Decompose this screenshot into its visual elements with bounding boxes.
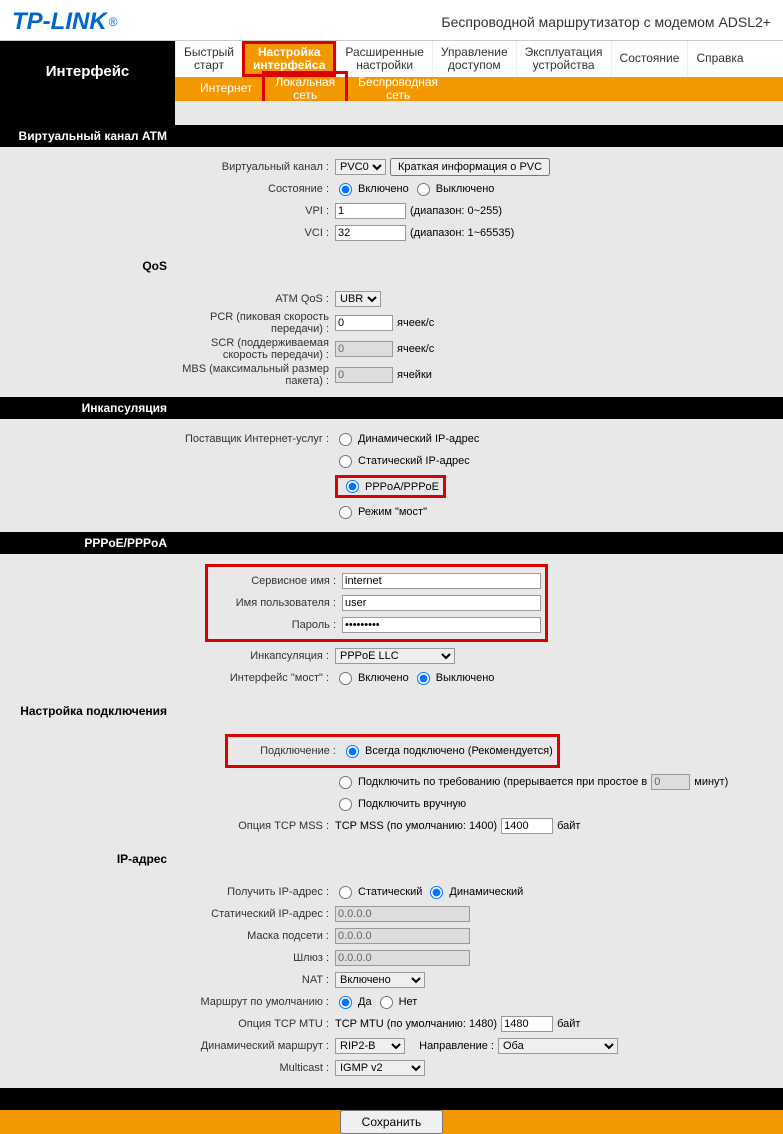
state-label: Состояние :: [175, 183, 335, 195]
mask-input: [335, 928, 470, 944]
scr-input: [335, 341, 393, 357]
nav-quickstart[interactable]: Быстрый старт: [175, 41, 242, 77]
nav-sub-wireless[interactable]: Беспроводная сеть: [348, 74, 448, 104]
idle-input: [651, 774, 690, 790]
vci-label: VCI :: [175, 227, 335, 239]
mbs-input: [335, 367, 393, 383]
gw-input: [335, 950, 470, 966]
defroute-label: Маршрут по умолчанию :: [175, 996, 335, 1008]
bridge-off-radio[interactable]: [417, 672, 430, 685]
rip-select[interactable]: RIP2-B: [335, 1038, 405, 1054]
nav: Интерфейс Быстрый старт Настройка интерф…: [0, 41, 783, 101]
vpi-label: VPI :: [175, 205, 335, 217]
vc-select[interactable]: PVC0: [335, 159, 386, 175]
header: TP-LINK® Беспроводной маршрутизатор с мо…: [0, 0, 783, 41]
user-label: Имя пользователя :: [212, 597, 342, 609]
conn-label: Подключение :: [232, 745, 342, 757]
dir-label: Направление :: [419, 1040, 494, 1052]
user-input[interactable]: [342, 595, 541, 611]
svc-label: Сервисное имя :: [212, 575, 342, 587]
mtu-input[interactable]: [501, 1016, 553, 1032]
bridge-on-radio[interactable]: [339, 672, 352, 685]
ppp-encap-label: Инкапсуляция :: [175, 650, 335, 662]
atmqos-label: ATM QoS :: [175, 293, 335, 305]
nav-sub: Интернет Локальная сеть Беспроводная сет…: [175, 77, 783, 101]
section-atm: Виртуальный канал ATM: [0, 125, 175, 147]
logo-text: TP-LINK: [12, 8, 107, 36]
state-off-radio[interactable]: [417, 183, 430, 196]
mss-label: Опция TCP MSS :: [175, 820, 335, 832]
section-pppoe: PPPoE/PPPoA: [0, 532, 175, 554]
nav-advanced[interactable]: Расширенные настройки: [336, 41, 432, 77]
section-qos: QoS: [0, 253, 175, 279]
section-encap: Инкапсуляция: [0, 397, 175, 419]
footer: Сохранить: [0, 1110, 783, 1134]
conn-always-radio[interactable]: [346, 745, 359, 758]
conn-manual-radio[interactable]: [339, 798, 352, 811]
nav-sub-internet[interactable]: Интернет: [190, 80, 262, 97]
ppp-encap-select[interactable]: PPPoE LLC: [335, 648, 455, 664]
pass-input[interactable]: [342, 617, 541, 633]
staticip-input: [335, 906, 470, 922]
mbs-label: MBS (максимальный размер пакета) :: [175, 363, 335, 387]
isp-bridge-radio[interactable]: [339, 506, 352, 519]
conn-ondemand-radio[interactable]: [339, 776, 352, 789]
nat-select[interactable]: Включено: [335, 972, 425, 988]
defroute-yes-radio[interactable]: [339, 996, 352, 1009]
nav-access[interactable]: Управление доступом: [432, 41, 516, 77]
mtu-label: Опция TCP MTU :: [175, 1018, 335, 1030]
vpi-hint: (диапазон: 0~255): [410, 205, 502, 217]
pcr-input[interactable]: [335, 315, 393, 331]
state-on-radio[interactable]: [339, 183, 352, 196]
svc-input[interactable]: [342, 573, 541, 589]
staticip-label: Статический IP-адрес :: [175, 908, 335, 920]
pcr-label: PCR (пиковая скорость передачи) :: [175, 311, 335, 335]
nav-maintenance[interactable]: Эксплуатация устройства: [516, 41, 611, 77]
getip-label: Получить IP-адрес :: [175, 886, 335, 898]
isp-ppp-radio[interactable]: [346, 480, 359, 493]
mask-label: Маска подсети :: [175, 930, 335, 942]
vpi-input[interactable]: [335, 203, 406, 219]
vci-input[interactable]: [335, 225, 406, 241]
nat-label: NAT :: [175, 974, 335, 986]
vc-label: Виртуальный канал :: [175, 161, 335, 173]
nav-help[interactable]: Справка: [687, 41, 751, 77]
mcast-select[interactable]: IGMP v2: [335, 1060, 425, 1076]
atmqos-select[interactable]: UBR: [335, 291, 381, 307]
section-ip: IP-адрес: [0, 846, 175, 872]
ip-static-radio[interactable]: [339, 886, 352, 899]
nav-status[interactable]: Состояние: [611, 41, 688, 77]
scr-label: SCR (поддерживаемая скорость передачи) :: [175, 337, 335, 361]
save-button[interactable]: Сохранить: [340, 1110, 444, 1134]
rip-label: Динамический маршрут :: [175, 1040, 335, 1052]
mcast-label: Multicast :: [175, 1062, 335, 1074]
dir-select[interactable]: Оба: [498, 1038, 618, 1054]
mss-input[interactable]: [501, 818, 553, 834]
isp-stat-radio[interactable]: [339, 455, 352, 468]
pvc-info-button[interactable]: Краткая информация о PVC: [390, 158, 550, 176]
logo-registered-icon: ®: [109, 15, 118, 29]
gw-label: Шлюз :: [175, 952, 335, 964]
nav-side-title: Интерфейс: [0, 41, 175, 101]
vci-hint: (диапазон: 1~65535): [410, 227, 514, 239]
bridge-if-label: Интерфейс "мост" :: [175, 672, 335, 684]
logo: TP-LINK®: [12, 8, 118, 36]
isp-label: Поставщик Интернет-услуг :: [175, 433, 335, 445]
header-subtitle: Беспроводной маршрутизатор с модемом ADS…: [441, 14, 771, 30]
defroute-no-radio[interactable]: [380, 996, 393, 1009]
pass-label: Пароль :: [212, 619, 342, 631]
isp-dyn-radio[interactable]: [339, 433, 352, 446]
ip-dyn-radio[interactable]: [430, 886, 443, 899]
section-conn: Настройка подключения: [0, 698, 175, 724]
